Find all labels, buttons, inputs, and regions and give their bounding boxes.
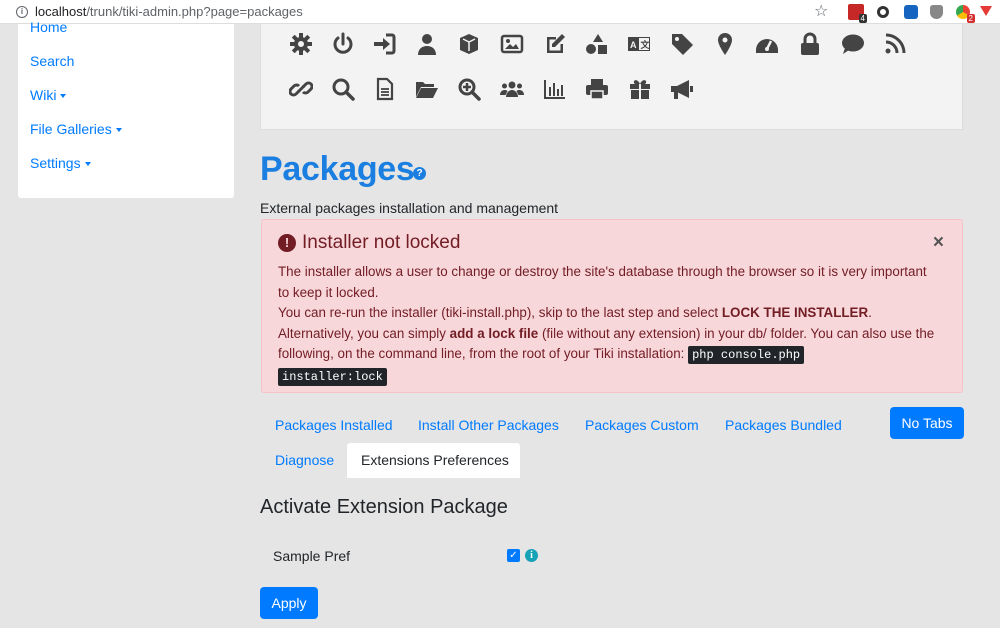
alert-line2-pre: You can re-run the installer (tiki-insta… (278, 305, 722, 320)
tab-install-other-packages[interactable]: Install Other Packages (418, 417, 559, 433)
admin-icon-panel: A文 (260, 24, 963, 130)
sidebar-item-file-galleries[interactable]: File Galleries (30, 121, 122, 137)
sample-pref-checkbox[interactable]: ✓ (507, 549, 520, 562)
file-text-icon[interactable] (373, 77, 397, 101)
user-icon[interactable] (415, 32, 439, 56)
print-icon[interactable] (585, 77, 609, 101)
extension-blue-icon[interactable] (904, 5, 918, 19)
alert-title: ! Installer not locked (278, 232, 460, 254)
bullhorn-icon[interactable] (670, 77, 694, 101)
language-icon[interactable]: A文 (627, 32, 651, 56)
sign-in-icon[interactable] (372, 32, 396, 56)
folder-open-icon[interactable] (415, 77, 439, 101)
sidebar-item-settings[interactable]: Settings (30, 155, 91, 171)
extension-circle-icon[interactable] (877, 6, 889, 18)
alert-line1: The installer allows a user to change or… (278, 264, 927, 300)
extension-badge: 4 (858, 14, 867, 23)
url-path: /trunk/tiki-admin.php?page=packages (86, 4, 303, 19)
help-icon[interactable]: ? (413, 167, 426, 180)
dashboard-icon[interactable] (755, 32, 779, 56)
gear-icon[interactable] (289, 32, 313, 56)
cube-icon[interactable] (457, 32, 481, 56)
exclamation-circle-icon: ! (278, 234, 296, 252)
sidebar-item-wiki[interactable]: Wiki (30, 87, 67, 103)
search-icon[interactable] (331, 77, 355, 101)
alert-line2-post: . (868, 305, 872, 320)
caret-down-icon (84, 162, 91, 167)
tab-packages-installed[interactable]: Packages Installed (275, 417, 393, 433)
caret-down-icon (60, 94, 67, 99)
url-host: localhost (35, 4, 87, 19)
apply-button[interactable]: Apply (260, 587, 318, 619)
tab-extensions-preferences[interactable]: Extensions Preferences (347, 443, 520, 478)
image-icon[interactable] (500, 32, 524, 56)
url-text[interactable]: localhost/trunk/tiki-admin.php?page=pack… (35, 4, 303, 19)
site-info-icon[interactable]: i (16, 5, 28, 18)
caret-down-icon (115, 128, 122, 133)
tab-packages-bundled[interactable]: Packages Bundled (725, 417, 842, 433)
extension-shield-icon[interactable] (930, 5, 943, 19)
extension-chrome-icon[interactable]: 2 (956, 5, 975, 23)
alert-line3-bold: add a lock file (449, 325, 539, 341)
bookmark-star-icon[interactable]: ☆ (814, 4, 830, 20)
extension-lastpass-icon[interactable]: 4 (848, 4, 867, 23)
sidebar-item-home[interactable]: Home (30, 19, 67, 35)
comment-icon[interactable] (841, 32, 865, 56)
sample-pref-label: Sample Pref (273, 548, 351, 564)
sidebar-nav: Home Search Wiki File Galleries Settings (18, 19, 234, 198)
tag-icon[interactable] (670, 32, 694, 56)
users-icon[interactable] (500, 77, 524, 101)
section-heading: Activate Extension Package (260, 496, 508, 518)
command-code-2: installer:lock (278, 367, 387, 386)
sidebar-item-search[interactable]: Search (30, 53, 74, 69)
chart-bar-icon[interactable] (543, 77, 567, 101)
lock-icon[interactable] (798, 32, 822, 56)
alert-line2-bold: LOCK THE INSTALLER (721, 305, 869, 320)
gift-icon[interactable] (628, 77, 652, 101)
svg-text:A: A (630, 40, 637, 50)
extension-badge: 2 (966, 14, 975, 23)
tab-packages-custom[interactable]: Packages Custom (585, 417, 699, 433)
power-icon[interactable] (331, 32, 355, 56)
rss-icon[interactable] (883, 32, 907, 56)
tab-diagnose[interactable]: Diagnose (275, 452, 334, 468)
link-icon[interactable] (289, 77, 313, 101)
installer-warning-alert: ! Installer not locked × The installer a… (261, 219, 963, 393)
close-alert-button[interactable]: × (933, 232, 944, 254)
edit-icon[interactable] (543, 32, 567, 56)
command-code-1: php console.php (688, 346, 805, 364)
map-marker-icon[interactable] (713, 32, 737, 56)
no-tabs-button[interactable]: No Tabs (890, 407, 964, 439)
alert-body: The installer allows a user to change or… (278, 262, 938, 387)
info-icon[interactable]: i (525, 549, 538, 562)
zoom-in-icon[interactable] (457, 77, 481, 101)
page-description: External packages installation and manag… (260, 200, 559, 216)
extension-pocket-icon[interactable] (980, 6, 992, 16)
svg-text:文: 文 (640, 39, 651, 50)
alert-line3-pre: Alternatively, you can simply (278, 325, 450, 341)
shapes-icon[interactable] (584, 32, 608, 56)
page-title: Packages (260, 150, 415, 188)
